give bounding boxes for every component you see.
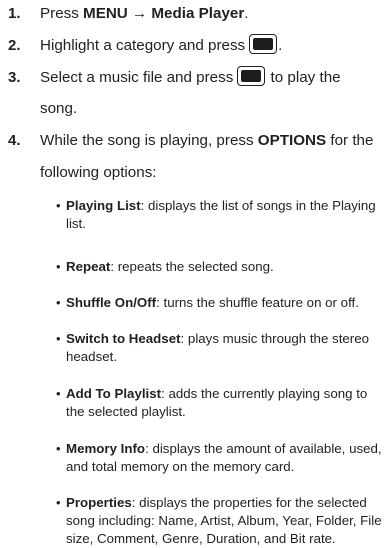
step-text: Highlight a category and press. (40, 34, 380, 57)
menu-path: MENU → Media Player (83, 5, 245, 22)
bullet-icon: • (56, 331, 61, 346)
step-number: 4. (8, 132, 21, 149)
ok-key-icon (237, 66, 266, 87)
ok-key-icon (249, 34, 278, 55)
option-term: Repeat (66, 259, 111, 274)
option-desc: : turns the shuffle feature on or off. (156, 295, 359, 310)
options-key: OPTIONS (257, 132, 327, 149)
bullet-icon: • (56, 441, 61, 456)
option-term: Switch to Headset (66, 331, 181, 346)
step-text-continued: following options: (40, 164, 157, 181)
step-number: 1. (8, 5, 21, 22)
bullet-icon: • (56, 386, 61, 401)
option-term: Add To Playlist (66, 386, 162, 401)
bullet-icon: • (56, 198, 61, 213)
option-desc: : repeats the selected song. (110, 259, 274, 274)
bullet-icon: • (56, 259, 61, 274)
step-number: 2. (8, 37, 21, 54)
manual-page: 1. Press MENU → Media Player. 2. Highlig… (0, 0, 388, 546)
option-term: Properties (66, 495, 132, 510)
bullet-icon: • (56, 295, 61, 310)
step-text: Select a music file and press to play th… (40, 66, 380, 89)
step-text-continued: song. (40, 100, 78, 117)
step-number: 3. (8, 69, 21, 86)
bullet-icon: • (56, 495, 61, 510)
step-text: While the song is playing, press OPTIONS… (40, 132, 374, 149)
option-term: Playing List (66, 198, 141, 213)
option-term: Memory Info (66, 441, 146, 456)
step-text: Press MENU → Media Player. (40, 5, 249, 22)
option-term: Shuffle On/Off (66, 295, 157, 310)
